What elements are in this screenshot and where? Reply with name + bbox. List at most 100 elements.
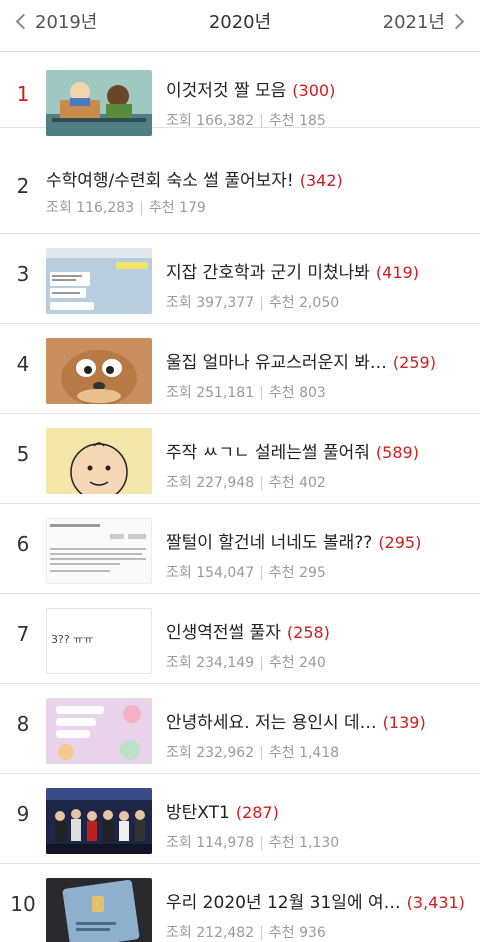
- views-count: 154,047: [196, 565, 255, 581]
- views-count: 212,482: [196, 925, 255, 941]
- recommend-label: 추천: [268, 295, 295, 311]
- post-title[interactable]: 방탄XT1: [166, 803, 230, 823]
- post-title[interactable]: 인생역전썰 풀자: [166, 623, 281, 643]
- text-post-screenshot-image: [46, 518, 152, 584]
- comment-count: (139): [382, 713, 426, 732]
- views-count: 232,962: [196, 745, 255, 761]
- views-label: 조회: [166, 475, 192, 491]
- post-thumbnail[interactable]: [46, 878, 152, 942]
- meta-separator: |: [259, 835, 264, 851]
- views-label: 조회: [166, 655, 192, 671]
- rank-number: 7: [16, 622, 30, 646]
- views-count: 116,283: [76, 200, 135, 216]
- group-photo-image: [46, 788, 152, 854]
- post-thumbnail[interactable]: 3?? ㅠㅠ: [46, 608, 152, 674]
- cartoon-mouse-image: [46, 338, 152, 404]
- prev-year-link[interactable]: 2019년: [15, 8, 98, 34]
- post-title-line[interactable]: 이것저것 짤 모음 (300): [166, 76, 470, 101]
- list-item[interactable]: 4 울집 얼마나 유교스러운지 봐… (259) 조회 251,181 | 추천 80…: [0, 324, 480, 414]
- recommend-count: 936: [299, 925, 326, 941]
- post-meta: 조회 166,382 | 추천 185: [166, 110, 326, 130]
- list-item[interactable]: 1 이것저것 짤 모음 (300) 조회 166,382 | 추천 185: [0, 52, 480, 136]
- post-thumbnail[interactable]: [46, 698, 152, 764]
- recommend-count: 402: [299, 475, 326, 491]
- post-title-line[interactable]: 주작 ㅆㄱㄴ 설레는썰 풀어줘 (589): [166, 438, 470, 463]
- post-title-line[interactable]: 짤털이 할건네 너네도 볼래?? (295): [166, 528, 470, 553]
- post-thumbnail[interactable]: [46, 248, 152, 314]
- post-meta: 조회 397,377 | 추천 2,050: [166, 292, 339, 312]
- post-title[interactable]: 짤털이 할건네 너네도 볼래??: [166, 533, 372, 553]
- recommend-count: 1,130: [299, 835, 340, 851]
- views-count: 114,978: [196, 835, 255, 851]
- recommend-label: 추천: [268, 565, 295, 581]
- views-count: 227,948: [196, 475, 255, 491]
- list-item[interactable]: 9 방탄XT1 (287) 조회 114,978 | 추천 1,130: [0, 774, 480, 864]
- post-thumbnail[interactable]: [46, 518, 152, 584]
- post-meta: 조회 251,181 | 추천 803: [166, 382, 326, 402]
- post-title-line[interactable]: 방탄XT1 (287): [166, 798, 470, 823]
- post-meta: 조회 154,047 | 추천 295: [166, 562, 326, 582]
- post-thumbnail[interactable]: [46, 788, 152, 854]
- post-meta: 조회 234,149 | 추천 240: [166, 652, 326, 672]
- meta-separator: |: [259, 113, 264, 129]
- recommend-count: 240: [299, 655, 326, 671]
- post-title-line[interactable]: 울집 얼마나 유교스러운지 봐… (259): [166, 348, 470, 373]
- cartoon-boys-image: [46, 70, 152, 136]
- recommend-label: 추천: [268, 745, 295, 761]
- post-thumbnail[interactable]: [46, 70, 152, 136]
- post-title-line[interactable]: 우리 2020년 12월 31일에 여… (3,431): [166, 888, 470, 913]
- recommend-count: 185: [299, 113, 326, 129]
- views-label: 조회: [166, 745, 192, 761]
- cartoon-face-image: [46, 428, 152, 494]
- meta-separator: |: [259, 295, 264, 311]
- meta-separator: |: [259, 475, 264, 491]
- list-item[interactable]: 10 우리 2020년 12월 31일에 여… (3,431) 조회 212,48…: [0, 864, 480, 942]
- pink-chat-image: [46, 698, 152, 764]
- comment-count: (342): [299, 171, 343, 190]
- comment-count: (258): [286, 623, 330, 642]
- next-year-link[interactable]: 2021년: [383, 8, 465, 34]
- post-meta: 조회 232,962 | 추천 1,418: [166, 742, 339, 762]
- meta-separator: |: [259, 655, 264, 671]
- comment-count: (259): [392, 353, 436, 372]
- post-meta: 조회 114,978 | 추천 1,130: [166, 832, 339, 852]
- rank-number: 10: [10, 892, 36, 916]
- meta-separator: |: [259, 565, 264, 581]
- recommend-count: 2,050: [299, 295, 340, 311]
- post-title-line[interactable]: 수학여행/수련회 숙소 썰 풀어보자! (342): [46, 166, 470, 191]
- year-navigation: 2019년 2020년 2021년: [0, 0, 480, 52]
- post-title[interactable]: 지잡 간호학과 군기 미쳤나봐: [166, 263, 370, 283]
- prev-year-label: 2019년: [35, 12, 98, 33]
- recommend-label: 추천: [268, 113, 295, 129]
- post-title-line[interactable]: 지잡 간호학과 군기 미쳤나봐 (419): [166, 258, 470, 283]
- list-item[interactable]: 8 안녕하세요. 저는 용인시 데… (139) 조회 232,962 | 추천 1,…: [0, 684, 480, 774]
- comment-count: (589): [375, 443, 419, 462]
- list-item[interactable]: 7 3?? ㅠㅠ 인생역전썰 풀자 (258) 조회 234,149 | 추천 240: [0, 594, 480, 684]
- list-item[interactable]: 2 수학여행/수련회 숙소 썰 풀어보자! (342) 조회 116,283 | 추천…: [0, 146, 480, 234]
- post-title[interactable]: 안녕하세요. 저는 용인시 데…: [166, 713, 377, 733]
- list-item[interactable]: 6 짤털이 할건네 너네도 볼래?? (295) 조회 154,047 | 추천 29…: [0, 504, 480, 594]
- post-title-line[interactable]: 인생역전썰 풀자 (258): [166, 618, 470, 643]
- list-item[interactable]: 5 주작 ㅆㄱㄴ 설레는썰 풀어줘 (589) 조회 227,948 | 추천 402: [0, 414, 480, 504]
- views-label: 조회: [166, 385, 192, 401]
- rank-number: 6: [16, 532, 30, 556]
- comment-count: (287): [235, 803, 279, 822]
- comment-count: (300): [292, 81, 336, 100]
- post-thumbnail[interactable]: [46, 428, 152, 494]
- chevron-left-icon: [15, 13, 32, 30]
- post-title[interactable]: 울집 얼마나 유교스러운지 봐…: [166, 353, 387, 373]
- text-snippet-image: 3?? ㅠㅠ: [51, 633, 94, 646]
- comment-count: (295): [378, 533, 422, 552]
- post-title-line[interactable]: 안녕하세요. 저는 용인시 데… (139): [166, 708, 470, 733]
- list-item[interactable]: 3 지잡 간호학과 군기 미쳤나봐 (419) 조회 397,377 | 추천 2,0…: [0, 234, 480, 324]
- chevron-right-icon: [448, 13, 465, 30]
- post-thumbnail[interactable]: [46, 338, 152, 404]
- post-title[interactable]: 이것저것 짤 모음: [166, 81, 286, 101]
- post-title[interactable]: 우리 2020년 12월 31일에 여…: [166, 893, 401, 913]
- recommend-label: 추천: [268, 835, 295, 851]
- post-title[interactable]: 주작 ㅆㄱㄴ 설레는썰 풀어줘: [166, 443, 370, 463]
- views-count: 397,377: [196, 295, 255, 311]
- card-photo-image: [46, 878, 152, 942]
- chat-screenshot-image: [46, 248, 152, 314]
- post-title[interactable]: 수학여행/수련회 숙소 썰 풀어보자!: [46, 171, 294, 191]
